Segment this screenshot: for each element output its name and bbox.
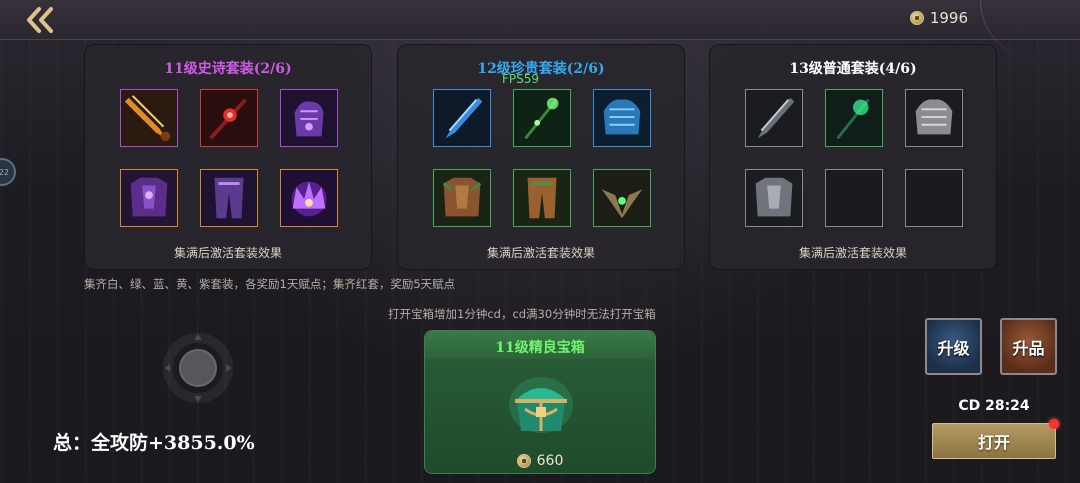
- equipment-slot-purple-gauntlet[interactable]: [280, 89, 338, 147]
- set-title: 11级史诗套装(2/6): [164, 61, 292, 77]
- staff-icon: [826, 90, 882, 146]
- side-badge[interactable]: 22: [0, 158, 16, 186]
- back-button[interactable]: [20, 4, 66, 36]
- chest-title: 11级精良宝箱: [495, 340, 585, 356]
- equipment-slot-bronze-leggings[interactable]: [513, 169, 571, 227]
- dagger-icon: [746, 90, 802, 146]
- currency-amount: 1996: [929, 9, 968, 27]
- side-badge-label: 22: [0, 167, 9, 177]
- set-footer: 集满后激活套装效果: [173, 246, 282, 260]
- chestplate-icon: [746, 170, 802, 226]
- fps-label: FPS59: [502, 72, 540, 86]
- upgrade-button-label: 升级: [937, 338, 970, 358]
- upgrade-quality-button[interactable]: 升品: [1000, 318, 1057, 375]
- virtual-joystick[interactable]: [160, 330, 236, 406]
- coin-icon: [516, 454, 531, 468]
- chest-price: 660: [425, 453, 655, 469]
- equipment-slot-flame-dagger[interactable]: [120, 89, 178, 147]
- equipment-slot-steel-chestplate[interactable]: [745, 169, 803, 227]
- crown-icon: [281, 170, 337, 226]
- gauntlet-icon: [906, 90, 962, 146]
- helm-icon: [594, 170, 650, 226]
- equipment-slot-purple-chestplate[interactable]: [120, 169, 178, 227]
- equipment-slot-purple-leggings[interactable]: [200, 169, 258, 227]
- set-footer: 集满后激活套装效果: [798, 246, 907, 260]
- staff-icon: [514, 90, 570, 146]
- total-stat: 总：全攻防+3855.0%: [53, 432, 255, 454]
- upgrade-button[interactable]: 升级: [925, 318, 982, 375]
- equipment-slot-arcane-crown[interactable]: [280, 169, 338, 227]
- equipment-slot-jade-staff[interactable]: [513, 89, 571, 147]
- currency-display: 1996: [909, 8, 968, 28]
- chestplate-icon: [121, 170, 177, 226]
- joystick-icon: [163, 333, 233, 403]
- equipment-slot-azure-gauntlet[interactable]: [593, 89, 651, 147]
- equipment-slots: [433, 89, 651, 229]
- leggings-icon: [201, 170, 257, 226]
- chevron-left-icon: [27, 7, 53, 33]
- equipment-slots: [745, 89, 963, 229]
- cd-hint: 打开宝箱增加1分钟cd，cd满30分钟时无法打开宝箱: [388, 307, 656, 321]
- upgrade-quality-button-label: 升品: [1012, 338, 1045, 358]
- set-title: 12级珍贵套装(2/6): [477, 61, 605, 77]
- open-button-label: 打开: [977, 433, 1010, 452]
- dagger-icon: [434, 90, 490, 146]
- equipment-slot-azure-dagger[interactable]: [433, 89, 491, 147]
- gauntlet-icon: [281, 90, 337, 146]
- set-panel-precious: 12级珍贵套装(2/6) 集满后激活套装效果: [397, 44, 685, 270]
- leggings-icon: [514, 170, 570, 226]
- open-button[interactable]: 打开: [932, 423, 1056, 459]
- coin-icon: [909, 11, 924, 25]
- collection-hint: 集齐白、绿、蓝、黄、紫套装，各奖励1天赋点；集齐红套，奖励5天赋点: [84, 277, 456, 291]
- equipment-slot-crimson-staff[interactable]: [200, 89, 258, 147]
- treasure-chest-icon: [509, 377, 573, 433]
- staff-icon: [201, 90, 257, 146]
- equipment-slot-steel-gauntlet[interactable]: [905, 89, 963, 147]
- top-bar: 1996: [0, 0, 1080, 60]
- equipment-slot-horned-helm[interactable]: [593, 169, 651, 227]
- equipment-slots: [120, 89, 338, 229]
- equipment-slot-emerald-staff[interactable]: [825, 89, 883, 147]
- equipment-slot-empty[interactable]: [825, 169, 883, 227]
- chest-panel[interactable]: 11级精良宝箱 660: [424, 330, 656, 474]
- cd-timer: CD 28:24: [958, 398, 1030, 414]
- set-footer: 集满后激活套装效果: [486, 246, 595, 260]
- set-panel-epic: 11级史诗套装(2/6) 集满后激活套装效果: [84, 44, 372, 270]
- dagger-icon: [121, 90, 177, 146]
- equipment-slot-steel-dagger[interactable]: [745, 89, 803, 147]
- chest-price-value: 660: [536, 453, 564, 469]
- chestplate-icon: [434, 170, 490, 226]
- equipment-slot-bronze-chestplate[interactable]: [433, 169, 491, 227]
- set-panel-common: 13级普通套装(4/6) 集满后激活套装效果: [709, 44, 997, 270]
- equipment-slot-empty[interactable]: [905, 169, 963, 227]
- gauntlet-icon: [594, 90, 650, 146]
- set-title: 13级普通套装(4/6): [789, 61, 917, 77]
